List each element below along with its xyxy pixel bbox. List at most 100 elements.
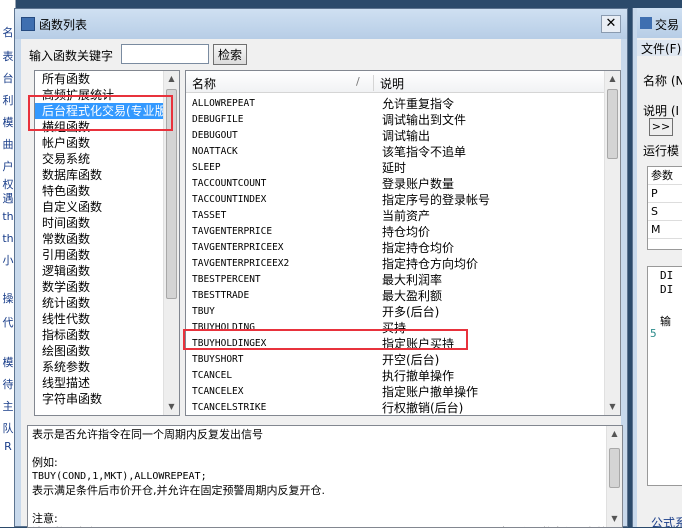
function-code: DEBUGOUT bbox=[192, 130, 238, 141]
parameter-row[interactable]: M bbox=[648, 221, 682, 239]
code-line: DI bbox=[660, 283, 674, 296]
function-row[interactable]: SLEEP 延时 bbox=[186, 160, 604, 176]
function-row[interactable]: ALLOWREPEAT 允许重复指令 bbox=[186, 96, 604, 112]
function-code: TCANCELEX bbox=[192, 386, 244, 397]
category-item[interactable]: 时间函数 bbox=[35, 215, 179, 231]
scroll-down-arrow-icon[interactable]: ▼ bbox=[605, 399, 620, 415]
search-button[interactable]: 检索 bbox=[213, 44, 247, 65]
category-item[interactable]: 指标函数 bbox=[35, 327, 179, 343]
function-row[interactable]: TCANCELEX 指定账户撤单操作 bbox=[186, 384, 604, 400]
category-item[interactable]: 线型描述 bbox=[35, 375, 179, 391]
category-item[interactable]: 特色函数 bbox=[35, 183, 179, 199]
dialog-titlebar[interactable]: 函数列表 ✕ bbox=[15, 9, 627, 39]
column-header-name[interactable]: 名称 bbox=[192, 75, 374, 91]
close-button[interactable]: ✕ bbox=[601, 15, 621, 33]
function-row[interactable]: TAVGENTERPRICEEX 指定持仓均价 bbox=[186, 240, 604, 256]
category-item[interactable]: 交易系统 bbox=[35, 151, 179, 167]
background-window-char: 表 bbox=[2, 50, 14, 63]
function-row[interactable]: TCANCELSTRIKE 行权撤销(后台) bbox=[186, 400, 604, 415]
description-line: 表示满足条件后市价开仓,并允许在固定预警周期内反复开仓. bbox=[32, 484, 325, 497]
background-window-char: 模 bbox=[2, 356, 14, 369]
highlight-box-category bbox=[28, 95, 173, 131]
function-description: 最大盈利额 bbox=[382, 289, 443, 303]
column-header-description[interactable]: 说明 bbox=[380, 75, 404, 92]
run-mode-label: 运行模 bbox=[643, 144, 680, 158]
name-label: 名称 (N bbox=[643, 74, 682, 88]
category-item[interactable]: 线性代数 bbox=[35, 311, 179, 327]
parameter-table[interactable]: 参数 P S M bbox=[647, 166, 682, 250]
trading-editor-window: 交易 文件(F) 名称 (N 说明 (I >> 运行模 参数 P S M DI … bbox=[632, 8, 682, 527]
function-row[interactable]: TBUY 开多(后台) bbox=[186, 304, 604, 320]
category-item[interactable]: 统计函数 bbox=[35, 295, 179, 311]
code-line: 输 bbox=[660, 315, 671, 328]
parameter-row[interactable]: S bbox=[648, 203, 682, 221]
scroll-down-arrow-icon[interactable]: ▼ bbox=[164, 399, 179, 415]
function-code: TBUY bbox=[192, 306, 215, 317]
scroll-up-arrow-icon[interactable]: ▲ bbox=[605, 71, 620, 87]
scroll-up-arrow-icon[interactable]: ▲ bbox=[607, 426, 622, 442]
scrollbar-thumb[interactable] bbox=[609, 448, 620, 488]
function-row[interactable]: TBESTPERCENT 最大利润率 bbox=[186, 272, 604, 288]
scroll-down-arrow-icon[interactable]: ▼ bbox=[607, 511, 622, 527]
expand-button[interactable]: >> bbox=[649, 118, 673, 136]
description-line bbox=[32, 498, 604, 512]
category-item[interactable]: 引用函数 bbox=[35, 247, 179, 263]
function-code: TCANCEL bbox=[192, 370, 233, 381]
function-row[interactable]: TACCOUNTINDEX 指定序号的登录帐号 bbox=[186, 192, 604, 208]
category-item[interactable]: 常数函数 bbox=[35, 231, 179, 247]
function-row[interactable]: TASSET 当前资产 bbox=[186, 208, 604, 224]
function-row[interactable]: NOATTACK 该笔指令不追单 bbox=[186, 144, 604, 160]
description-line: TBUY(COND,1,MKT),ALLOWREPEAT; bbox=[32, 471, 207, 482]
function-code: ALLOWREPEAT bbox=[192, 98, 255, 109]
function-code: TAVGENTERPRICE bbox=[192, 226, 273, 237]
category-item[interactable]: 字符串函数 bbox=[35, 391, 179, 407]
description-line: 表示是否允许指令在同一个周期内反复发出信号 bbox=[32, 428, 263, 441]
category-item[interactable]: 数学函数 bbox=[35, 279, 179, 295]
category-item[interactable]: 所有函数 bbox=[35, 71, 179, 87]
function-row[interactable]: TBESTTRADE 最大盈利额 bbox=[186, 288, 604, 304]
function-code: SLEEP bbox=[192, 162, 221, 173]
function-row[interactable]: TAVGENTERPRICEEX2 指定持仓方向均价 bbox=[186, 256, 604, 272]
category-item[interactable]: 逻辑函数 bbox=[35, 263, 179, 279]
search-label: 输入函数关键字 bbox=[29, 49, 114, 63]
background-window-char: 台 bbox=[2, 72, 14, 85]
function-code: TACCOUNTINDEX bbox=[192, 194, 267, 205]
function-description: 指定持仓均价 bbox=[382, 241, 455, 255]
formula-system-link[interactable]: 公式系 bbox=[651, 514, 682, 527]
function-table[interactable]: 名称 / 说明 ALLOWREPEAT 允许重复指令 DEBUGFILE 调试输出到文… bbox=[185, 70, 621, 416]
function-description: 最大利润率 bbox=[382, 273, 443, 287]
category-item[interactable]: 数据库函数 bbox=[35, 167, 179, 183]
background-window-char: 队 bbox=[2, 422, 14, 435]
function-row[interactable]: TCANCEL 执行撤单操作 bbox=[186, 368, 604, 384]
parameter-row[interactable]: P bbox=[648, 185, 682, 203]
function-description-panel[interactable]: 表示是否允许指令在同一个周期内反复发出信号 例如: TBUY(COND,1,MKT)… bbox=[27, 425, 623, 528]
background-window-char: 代 bbox=[2, 316, 14, 329]
function-description: 执行撤单操作 bbox=[382, 369, 455, 383]
scrollbar-thumb[interactable] bbox=[607, 89, 618, 159]
app-icon bbox=[21, 17, 35, 31]
function-description: 登录账户数量 bbox=[382, 177, 455, 191]
category-item[interactable]: 绘图函数 bbox=[35, 343, 179, 359]
editor-titlebar[interactable]: 交易 bbox=[637, 8, 682, 38]
function-row[interactable]: DEBUGOUT 调试输出 bbox=[186, 128, 604, 144]
function-table-scrollbar[interactable]: ▲ ▼ bbox=[604, 71, 620, 415]
function-row[interactable]: TAVGENTERPRICE 持仓均价 bbox=[186, 224, 604, 240]
function-code: DEBUGFILE bbox=[192, 114, 244, 125]
function-row[interactable]: TBUYSHORT 开空(后台) bbox=[186, 352, 604, 368]
function-code: TBUYSHORT bbox=[192, 354, 244, 365]
category-item[interactable]: 帐户函数 bbox=[35, 135, 179, 151]
function-description: 持仓均价 bbox=[382, 225, 431, 239]
search-input[interactable] bbox=[121, 44, 209, 64]
category-item[interactable]: 系统参数 bbox=[35, 359, 179, 375]
function-code: TCANCELSTRIKE bbox=[192, 402, 267, 413]
background-window-char: 主 bbox=[2, 400, 14, 413]
function-row[interactable]: TACCOUNTCOUNT 登录账户数量 bbox=[186, 176, 604, 192]
function-row[interactable]: DEBUGFILE 调试输出到文件 bbox=[186, 112, 604, 128]
function-code: TAVGENTERPRICEEX bbox=[192, 242, 284, 253]
description-scrollbar[interactable]: ▲ ▼ bbox=[606, 426, 622, 527]
description-line bbox=[32, 442, 604, 456]
code-editor[interactable]: DI DI 输 5 bbox=[647, 266, 682, 486]
scroll-up-arrow-icon[interactable]: ▲ bbox=[164, 71, 179, 87]
category-item[interactable]: 自定义函数 bbox=[35, 199, 179, 215]
menu-file[interactable]: 文件(F) bbox=[637, 40, 682, 56]
